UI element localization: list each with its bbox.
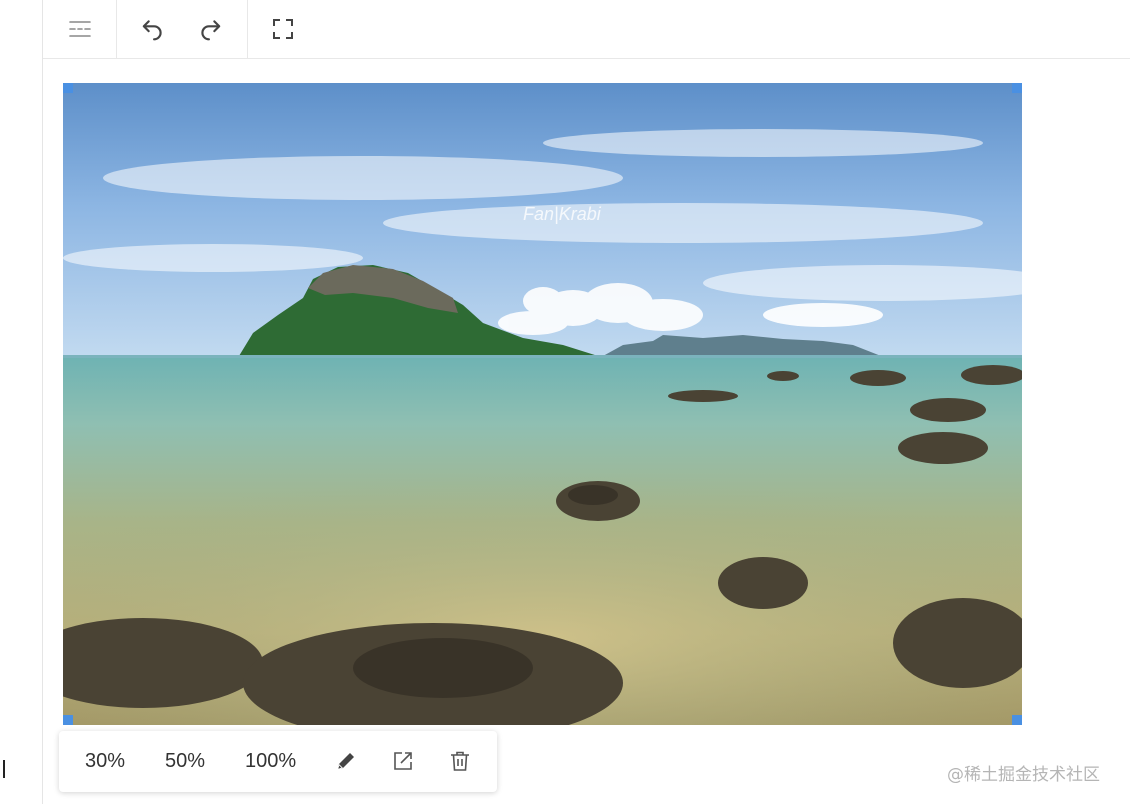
fullscreen-button[interactable]	[259, 0, 307, 58]
photo-watermark: Fan|Krabi	[523, 204, 602, 224]
trash-icon[interactable]	[448, 749, 472, 773]
open-external-icon[interactable]	[391, 749, 415, 773]
resize-handle-top-left[interactable]	[63, 83, 73, 93]
size-100-button[interactable]: 100%	[245, 750, 296, 773]
outline-toggle-button[interactable]	[55, 0, 105, 58]
site-watermark: @稀土掘金技术社区	[947, 765, 1100, 785]
fullscreen-icon	[273, 19, 293, 39]
resize-handle-top-right[interactable]	[1012, 83, 1022, 93]
editor-left-border	[42, 0, 43, 804]
editor-toolbar	[43, 0, 1130, 59]
resize-handle-bottom-left[interactable]	[63, 715, 73, 725]
beach-island-photo: Fan|Krabi	[63, 83, 1022, 725]
undo-button[interactable]	[129, 0, 177, 58]
redo-icon	[201, 20, 221, 41]
toolbar-separator	[116, 0, 117, 58]
outline-toggle-icon	[69, 21, 91, 37]
image-toolbar: 30% 50% 100%	[59, 731, 497, 792]
redo-button[interactable]	[186, 0, 234, 58]
selected-image[interactable]: Fan|Krabi	[63, 83, 1022, 725]
pencil-icon[interactable]	[334, 749, 358, 773]
size-50-button[interactable]: 50%	[165, 750, 205, 773]
text-caret	[3, 760, 5, 778]
toolbar-separator	[247, 0, 248, 58]
size-30-button[interactable]: 30%	[85, 750, 125, 773]
resize-handle-bottom-right[interactable]	[1012, 715, 1022, 725]
undo-icon	[142, 20, 162, 41]
